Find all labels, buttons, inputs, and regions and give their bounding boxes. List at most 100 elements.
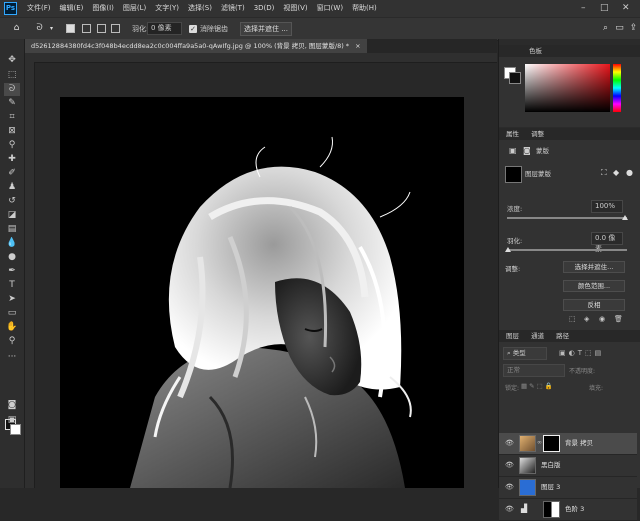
- menu-layer[interactable]: 图层(L): [123, 0, 146, 17]
- feather-slider[interactable]: [507, 249, 627, 251]
- delete-icon[interactable]: 🗑: [614, 315, 623, 323]
- menu-file[interactable]: 文件(F): [27, 0, 51, 17]
- visibility-icon[interactable]: ◉: [599, 315, 605, 323]
- antialias-checkbox[interactable]: ✓: [189, 25, 197, 33]
- menu-select[interactable]: 选择(S): [188, 0, 212, 17]
- quick-selection-tool-icon[interactable]: ✎: [4, 97, 20, 110]
- workspace-icon[interactable]: ▭: [614, 23, 625, 34]
- visibility-eye-icon[interactable]: 👁: [505, 505, 514, 513]
- density-slider[interactable]: [507, 217, 627, 219]
- tab-channels[interactable]: 通道: [531, 332, 544, 340]
- tab-swatches[interactable]: 色板: [529, 47, 542, 55]
- vertical-ruler[interactable]: [25, 62, 35, 488]
- lasso-tool-preset-icon[interactable]: ᘐ: [34, 23, 45, 34]
- color-range-button[interactable]: 颜色范围...: [563, 280, 625, 292]
- menu-window[interactable]: 窗口(W): [317, 0, 343, 17]
- layer-filter-icons[interactable]: ▣◐T⬚▤: [559, 349, 604, 357]
- menu-3d[interactable]: 3D(D): [254, 0, 275, 17]
- history-brush-icon[interactable]: ↺: [4, 195, 20, 208]
- visibility-eye-icon[interactable]: 👁: [505, 439, 514, 447]
- gradient-tool-icon[interactable]: ▤: [4, 223, 20, 236]
- menu-view[interactable]: 视图(V): [283, 0, 307, 17]
- color-picker-field[interactable]: [525, 64, 610, 112]
- tab-layers[interactable]: 图层: [506, 332, 519, 340]
- subtract-selection-icon[interactable]: [97, 24, 106, 33]
- invert-button[interactable]: 反相: [563, 299, 625, 311]
- home-icon[interactable]: ⌂: [11, 23, 22, 34]
- zoom-tool-icon[interactable]: ⚲: [4, 335, 20, 348]
- density-slider-handle[interactable]: [622, 215, 628, 220]
- canvas-area[interactable]: [35, 63, 497, 488]
- feather-label: 羽化:: [132, 25, 149, 33]
- document-canvas[interactable]: [60, 97, 464, 488]
- feather-input[interactable]: 0.0 像素: [591, 232, 623, 253]
- load-selection-icon[interactable]: ⛶: [601, 168, 607, 178]
- clone-stamp-icon[interactable]: ♟: [4, 181, 20, 194]
- mask-thumbnail[interactable]: [543, 501, 560, 518]
- link-icon[interactable]: ∞: [537, 439, 542, 446]
- layer-kind-filter[interactable]: ⌕ 类型: [503, 347, 547, 360]
- dodge-tool-icon[interactable]: ●: [4, 251, 20, 264]
- maximize-icon[interactable]: □: [600, 0, 609, 17]
- more-tools-icon[interactable]: ···: [4, 351, 20, 364]
- share-icon[interactable]: ⇪: [628, 23, 639, 34]
- close-tab-icon[interactable]: ×: [355, 42, 360, 50]
- search-icon[interactable]: ⌕: [600, 23, 611, 34]
- horizontal-ruler[interactable]: [25, 53, 497, 63]
- layer-row[interactable]: 👁 ▟ 色阶 3: [499, 499, 637, 521]
- density-input[interactable]: 100%: [591, 200, 623, 213]
- blend-mode-select[interactable]: 正常: [503, 364, 565, 377]
- lasso-tool-icon[interactable]: ᘐ: [4, 83, 20, 96]
- chevron-down-icon[interactable]: ▾: [46, 23, 57, 34]
- new-selection-icon[interactable]: [66, 24, 75, 33]
- feather-slider-handle[interactable]: [505, 247, 511, 252]
- disable-mask-icon[interactable]: ●: [626, 168, 633, 177]
- select-and-mask-button[interactable]: 选择并遮住 ...: [240, 22, 292, 36]
- hand-tool-icon[interactable]: ✋: [4, 321, 20, 334]
- minimize-icon[interactable]: –: [581, 0, 586, 17]
- close-icon[interactable]: ✕: [622, 0, 630, 17]
- tab-properties[interactable]: 属性: [506, 130, 519, 138]
- layer-row[interactable]: 👁 ∞ 背景 拷贝: [499, 433, 637, 455]
- menu-filter[interactable]: 滤镜(T): [221, 0, 245, 17]
- select-and-mask-button[interactable]: 选择并遮住...: [563, 261, 625, 273]
- pen-tool-icon[interactable]: ✒: [4, 265, 20, 278]
- crop-tool-icon[interactable]: ⌗: [4, 111, 20, 124]
- hue-slider[interactable]: [613, 64, 621, 112]
- marquee-tool-icon[interactable]: ⬚: [4, 69, 20, 82]
- screen-mode-icon[interactable]: ▣: [4, 414, 20, 427]
- apply-mask-icon[interactable]: ◆: [613, 168, 619, 177]
- menu-type[interactable]: 文字(Y): [155, 0, 179, 17]
- eyedropper-tool-icon[interactable]: ⚲: [4, 139, 20, 152]
- type-tool-icon[interactable]: T: [4, 279, 20, 292]
- brush-tool-icon[interactable]: ✐: [4, 167, 20, 180]
- vector-mask-icon[interactable]: ◙: [523, 146, 531, 155]
- blur-tool-icon[interactable]: 💧: [4, 237, 20, 250]
- healing-brush-icon[interactable]: ✚: [4, 153, 20, 166]
- layer-row[interactable]: 👁 黑白版: [499, 455, 637, 477]
- quick-mask-icon[interactable]: ◙: [4, 399, 20, 412]
- bg-color-swatch[interactable]: [509, 72, 521, 84]
- tab-paths[interactable]: 路径: [556, 332, 569, 340]
- mask-thumbnail[interactable]: [543, 435, 560, 452]
- rectangle-tool-icon[interactable]: ▭: [4, 307, 20, 320]
- layer-row[interactable]: 👁 图层 3: [499, 477, 637, 499]
- path-selection-icon[interactable]: ➤: [4, 293, 20, 306]
- intersect-selection-icon[interactable]: [111, 24, 120, 33]
- menu-help[interactable]: 帮助(H): [352, 0, 377, 17]
- lock-icons[interactable]: ▦✎⬚🔒: [521, 382, 555, 390]
- menu-image[interactable]: 图像(I): [92, 0, 114, 17]
- document-tab[interactable]: d52612884380fd4c3f048b4ecdd8ea2c0c004ffa…: [25, 39, 367, 53]
- selection-from-mask-icon[interactable]: ⬚: [569, 315, 576, 323]
- add-selection-icon[interactable]: [82, 24, 91, 33]
- tab-adjustments[interactable]: 调整: [531, 130, 544, 138]
- visibility-eye-icon[interactable]: 👁: [505, 461, 514, 469]
- pixel-mask-icon[interactable]: ▣: [509, 146, 517, 155]
- apply-icon[interactable]: ◈: [584, 315, 589, 323]
- visibility-eye-icon[interactable]: 👁: [505, 483, 514, 491]
- menu-edit[interactable]: 编辑(E): [60, 0, 84, 17]
- feather-input[interactable]: 0 像素: [147, 22, 182, 35]
- move-tool-icon[interactable]: ✥: [4, 54, 20, 67]
- frame-tool-icon[interactable]: ⊠: [4, 125, 20, 138]
- eraser-tool-icon[interactable]: ◪: [4, 209, 20, 222]
